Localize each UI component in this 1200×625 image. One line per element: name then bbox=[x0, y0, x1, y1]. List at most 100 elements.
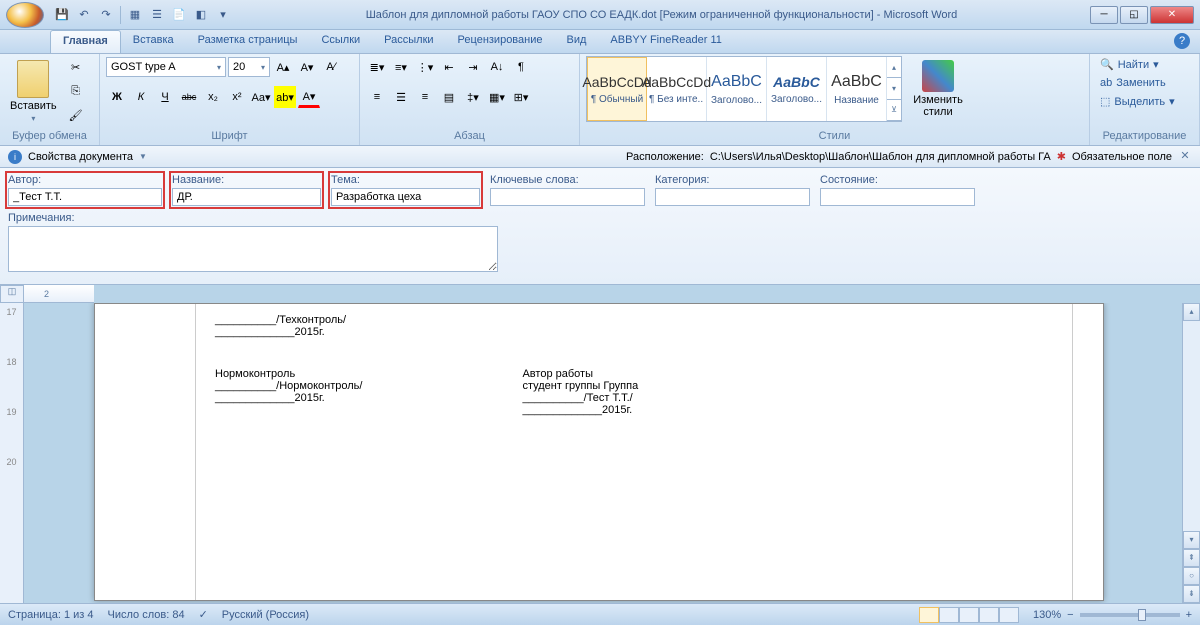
tab-abbyy[interactable]: ABBYY FineReader 11 bbox=[598, 30, 734, 53]
qat-dropdown-icon[interactable]: ▾ bbox=[213, 5, 233, 25]
word-count[interactable]: Число слов: 84 bbox=[108, 609, 185, 621]
chevron-down-icon[interactable]: ▼ bbox=[139, 152, 147, 161]
gallery-up-icon[interactable]: ▴ bbox=[887, 57, 901, 78]
cut-icon[interactable]: ✂ bbox=[65, 56, 87, 78]
qat-icon[interactable]: ◧ bbox=[191, 5, 211, 25]
tab-layout[interactable]: Разметка страницы bbox=[186, 30, 310, 53]
notes-input[interactable] bbox=[8, 226, 498, 272]
ruler-corner[interactable]: ◫ bbox=[0, 285, 24, 303]
format-painter-icon[interactable]: 🖌 bbox=[65, 104, 87, 126]
highlight-icon[interactable]: ab▾ bbox=[274, 86, 296, 108]
style-heading2[interactable]: AaBbCЗаголово... bbox=[767, 57, 827, 121]
numbering-icon[interactable]: ≡▾ bbox=[390, 56, 412, 78]
tab-review[interactable]: Рецензирование bbox=[446, 30, 555, 53]
print-layout-icon[interactable] bbox=[919, 607, 939, 623]
show-marks-icon[interactable]: ¶ bbox=[510, 56, 532, 78]
indent-dec-icon[interactable]: ⇤ bbox=[438, 56, 460, 78]
borders-icon[interactable]: ⊞▾ bbox=[510, 86, 532, 108]
copy-icon[interactable]: ⎘ bbox=[65, 80, 87, 102]
paste-button[interactable]: Вставить ▾ bbox=[6, 56, 61, 127]
align-center-icon[interactable]: ☰ bbox=[390, 86, 412, 108]
page-status[interactable]: Страница: 1 из 4 bbox=[8, 609, 94, 621]
tab-insert[interactable]: Вставка bbox=[121, 30, 186, 53]
keywords-input[interactable] bbox=[490, 188, 645, 206]
bold-button[interactable]: Ж bbox=[106, 86, 128, 108]
minimize-button[interactable]: ─ bbox=[1090, 6, 1118, 24]
tab-references[interactable]: Ссылки bbox=[309, 30, 372, 53]
close-button[interactable]: ✕ bbox=[1150, 6, 1194, 24]
indent-inc-icon[interactable]: ⇥ bbox=[462, 56, 484, 78]
style-title[interactable]: AaBbСНазвание bbox=[827, 57, 887, 121]
underline-button[interactable]: Ч bbox=[154, 86, 176, 108]
sort-icon[interactable]: A↓ bbox=[486, 56, 508, 78]
help-icon[interactable]: ? bbox=[1174, 33, 1190, 49]
gallery-down-icon[interactable]: ▾ bbox=[887, 78, 901, 99]
redo-icon[interactable]: ↷ bbox=[96, 5, 116, 25]
tab-view[interactable]: Вид bbox=[555, 30, 599, 53]
zoom-slider[interactable] bbox=[1080, 613, 1180, 617]
change-styles-button[interactable]: Изменить стили bbox=[906, 56, 970, 122]
strike-button[interactable]: abc bbox=[178, 86, 200, 108]
scroll-down-icon[interactable]: ▾ bbox=[1183, 531, 1200, 549]
zoom-out-icon[interactable]: − bbox=[1067, 609, 1073, 621]
style-no-spacing[interactable]: AaBbCcDd¶ Без инте... bbox=[647, 57, 707, 121]
topic-input[interactable] bbox=[331, 188, 480, 206]
change-case-icon[interactable]: Aa▾ bbox=[250, 86, 272, 108]
save-icon[interactable]: 💾 bbox=[52, 5, 72, 25]
scroll-up-icon[interactable]: ▴ bbox=[1183, 303, 1200, 321]
font-color-icon[interactable]: A▾ bbox=[298, 86, 320, 108]
category-input[interactable] bbox=[655, 188, 810, 206]
tab-home[interactable]: Главная bbox=[50, 30, 121, 53]
align-right-icon[interactable]: ≡ bbox=[414, 86, 436, 108]
full-screen-icon[interactable] bbox=[939, 607, 959, 623]
language-status[interactable]: Русский (Россия) bbox=[222, 609, 309, 621]
italic-button[interactable]: К bbox=[130, 86, 152, 108]
qat-icon[interactable]: ▦ bbox=[125, 5, 145, 25]
maximize-button[interactable]: ◱ bbox=[1120, 6, 1148, 24]
shrink-font-icon[interactable]: A▾ bbox=[296, 56, 318, 78]
next-page-icon[interactable]: ⇟ bbox=[1183, 585, 1200, 603]
replace-button[interactable]: abЗаменить bbox=[1096, 75, 1170, 91]
outline-icon[interactable] bbox=[979, 607, 999, 623]
vertical-scrollbar[interactable]: ▴ ▾ ⇞ ○ ⇟ bbox=[1182, 303, 1200, 603]
superscript-icon[interactable]: x² bbox=[226, 86, 248, 108]
group-styles-label: Стили bbox=[586, 129, 1083, 143]
clear-format-icon[interactable]: A⁄ bbox=[320, 56, 342, 78]
browse-object-icon[interactable]: ○ bbox=[1183, 567, 1200, 585]
close-panel-icon[interactable]: ✕ bbox=[1178, 150, 1192, 164]
justify-icon[interactable]: ▤ bbox=[438, 86, 460, 108]
zoom-level[interactable]: 130% bbox=[1033, 609, 1061, 621]
status-input[interactable] bbox=[820, 188, 975, 206]
tab-mailings[interactable]: Рассылки bbox=[372, 30, 445, 53]
find-button[interactable]: 🔍Найти ▾ bbox=[1096, 56, 1163, 73]
subscript-icon[interactable]: x₂ bbox=[202, 86, 224, 108]
qat-icon[interactable]: 📄 bbox=[169, 5, 189, 25]
document-page[interactable]: __________/Техконтроль/ _____________201… bbox=[94, 303, 1104, 601]
multilevel-icon[interactable]: ⋮▾ bbox=[414, 56, 436, 78]
style-heading1[interactable]: AaBbCЗаголово... bbox=[707, 57, 767, 121]
font-family-combo[interactable]: GOST type A▾ bbox=[106, 57, 226, 77]
select-button[interactable]: ⬚Выделить ▾ bbox=[1096, 93, 1179, 110]
shading-icon[interactable]: ▦▾ bbox=[486, 86, 508, 108]
qat-icon[interactable]: ☰ bbox=[147, 5, 167, 25]
styles-gallery[interactable]: AaBbCcDd¶ Обычный AaBbCcDd¶ Без инте... … bbox=[586, 56, 902, 122]
align-left-icon[interactable]: ≡ bbox=[366, 86, 388, 108]
bullets-icon[interactable]: ≣▾ bbox=[366, 56, 388, 78]
spell-check-icon[interactable]: ✓ bbox=[199, 608, 208, 621]
draft-icon[interactable] bbox=[999, 607, 1019, 623]
horizontal-ruler[interactable]: 21123456789101112131415161718 bbox=[24, 285, 94, 303]
gallery-more-icon[interactable]: ⊻ bbox=[887, 100, 901, 121]
vertical-ruler[interactable]: 17181920 bbox=[0, 303, 24, 603]
style-normal[interactable]: AaBbCcDd¶ Обычный bbox=[587, 57, 647, 121]
undo-icon[interactable]: ↶ bbox=[74, 5, 94, 25]
grow-font-icon[interactable]: A▴ bbox=[272, 56, 294, 78]
author-input[interactable] bbox=[8, 188, 162, 206]
office-button[interactable] bbox=[6, 2, 44, 28]
web-layout-icon[interactable] bbox=[959, 607, 979, 623]
prev-page-icon[interactable]: ⇞ bbox=[1183, 549, 1200, 567]
font-size-combo[interactable]: 20▾ bbox=[228, 57, 270, 77]
line-spacing-icon[interactable]: ‡▾ bbox=[462, 86, 484, 108]
doc-properties-title[interactable]: Свойства документа bbox=[28, 151, 133, 163]
zoom-in-icon[interactable]: + bbox=[1186, 609, 1192, 621]
name-input[interactable] bbox=[172, 188, 321, 206]
